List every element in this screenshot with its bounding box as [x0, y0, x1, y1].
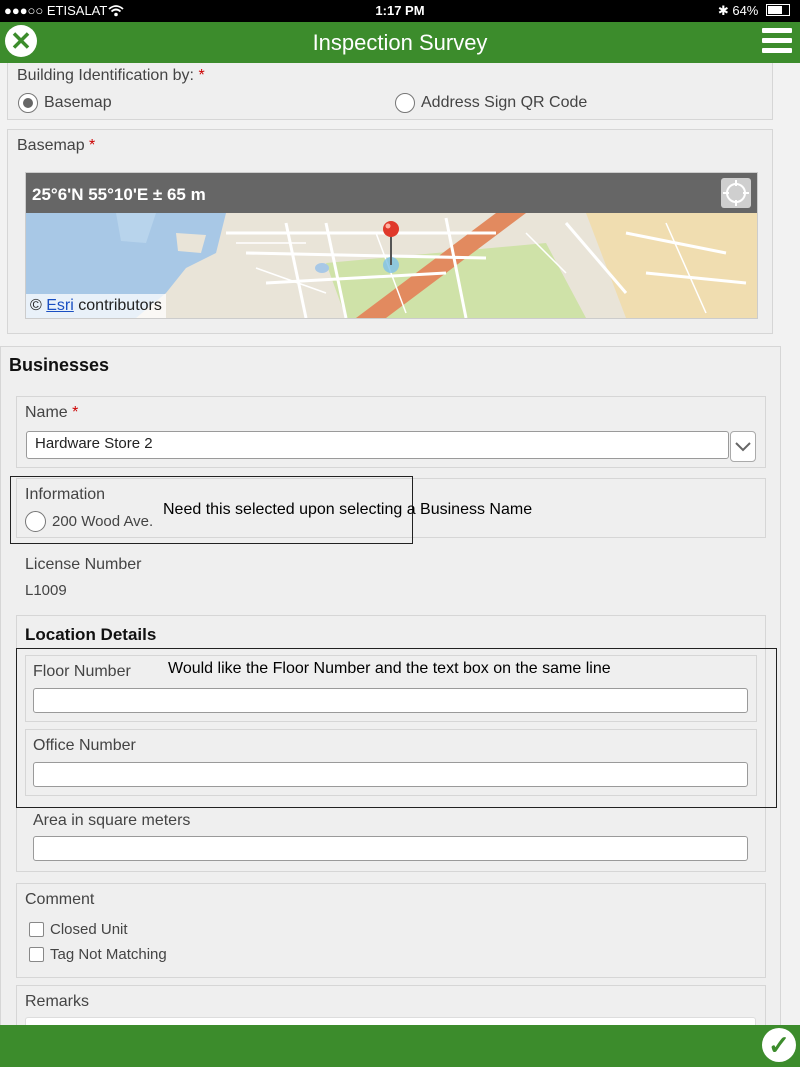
area-input[interactable]	[33, 836, 748, 861]
remarks-label: Remarks	[25, 993, 90, 1010]
comment-group	[16, 883, 766, 978]
battery-status: ✱ 64%	[718, 3, 790, 19]
basemap-option-label: Basemap	[44, 94, 112, 111]
status-time: 1:17 PM	[375, 3, 425, 18]
map-attribution: © Esri contributors	[26, 294, 166, 318]
battery-percent: 64%	[732, 3, 759, 18]
crosshair-icon	[723, 180, 749, 206]
qr-code-radio[interactable]	[395, 93, 415, 113]
tag-not-matching-label: Tag Not Matching	[50, 946, 167, 963]
basemap-radio[interactable]	[18, 93, 38, 113]
copyright-symbol: ©	[30, 297, 42, 314]
battery-icon	[766, 4, 790, 16]
business-name-select[interactable]: Hardware Store 2	[26, 431, 729, 459]
submit-button[interactable]: ✓	[762, 1028, 796, 1062]
basemap-label: Basemap *	[17, 137, 96, 154]
businesses-title: Businesses	[9, 355, 110, 375]
chevron-down-icon	[735, 442, 751, 452]
locate-button[interactable]	[721, 178, 751, 208]
comment-label: Comment	[25, 891, 95, 908]
qr-code-option-label: Address Sign QR Code	[421, 94, 588, 111]
bluetooth-icon: ✱	[717, 3, 729, 18]
app-header: ✕ Inspection Survey	[0, 22, 800, 63]
location-callout-text: Would like the Floor Number and the text…	[168, 660, 611, 677]
location-details-title: Location Details	[25, 625, 157, 644]
menu-button[interactable]	[762, 28, 792, 56]
tag-not-matching-checkbox[interactable]	[29, 947, 44, 962]
checkmark-icon: ✓	[768, 1030, 790, 1060]
license-number-value: L1009	[25, 582, 67, 599]
business-name-value: Hardware Store 2	[35, 435, 153, 452]
basemap-map[interactable]: 25°6'N 55°10'E ± 65 m © Esri contributor…	[25, 172, 758, 319]
information-callout-text: Need this selected upon selecting a Busi…	[163, 501, 533, 518]
bottom-toolbar: ✓	[0, 1025, 800, 1067]
map-coordinate-bar: 25°6'N 55°10'E ± 65 m	[26, 173, 757, 213]
license-number-label: License Number	[25, 556, 142, 573]
esri-link[interactable]: Esri	[46, 297, 74, 314]
dropdown-button[interactable]	[730, 431, 756, 462]
building-identification-label: Building Identification by: *	[17, 67, 205, 84]
name-label: Name *	[25, 404, 79, 421]
attribution-text: contributors	[78, 297, 162, 314]
menu-icon	[762, 28, 792, 33]
status-bar: ●●●○○ ETISALAT 1:17 PM ✱ 64%	[0, 0, 800, 22]
coordinate-readout: 25°6'N 55°10'E ± 65 m	[32, 185, 206, 204]
page-title: Inspection Survey	[312, 30, 488, 55]
closed-unit-checkbox[interactable]	[29, 922, 44, 937]
closed-unit-label: Closed Unit	[50, 921, 128, 938]
area-label: Area in square meters	[33, 812, 191, 829]
